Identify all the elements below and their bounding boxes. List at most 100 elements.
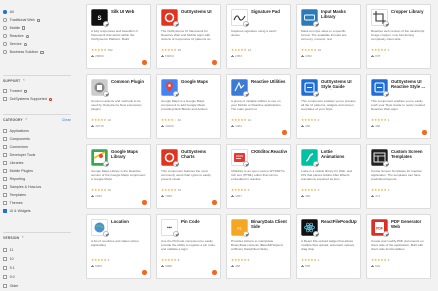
verified-check-icon	[383, 91, 389, 97]
card-title[interactable]: BinaryData Client Side	[251, 219, 287, 229]
radio[interactable]	[3, 34, 7, 38]
component-card[interactable]: OutSystems UI Style Guide Preview This co…	[296, 74, 361, 139]
checkbox[interactable]	[3, 193, 7, 197]
checkbox[interactable]	[3, 185, 7, 189]
component-card[interactable]: OutSystems UI Reactive Style ... This com…	[366, 74, 431, 139]
checkbox[interactable]	[3, 153, 7, 157]
component-card[interactable]: OutSystems UI The OutSystems UI framework…	[156, 4, 221, 69]
version-filter-older[interactable]: Older	[3, 283, 18, 289]
card-title[interactable]: Google Maps	[181, 79, 217, 84]
card-description: Use the PinCode component to easily prov…	[161, 239, 216, 251]
category-filter-templates[interactable]: Templates	[3, 192, 26, 198]
clear-category-link[interactable]: Clear	[62, 118, 71, 122]
platform-filter-reactive[interactable]: Reactive	[3, 33, 30, 39]
checkbox[interactable]	[3, 161, 7, 165]
component-card[interactable]: Input Masks Library Mask an input value t…	[296, 4, 361, 69]
radio[interactable]	[3, 50, 7, 54]
verified-check-icon	[103, 231, 109, 237]
version-filter-11[interactable]: 11	[3, 247, 13, 253]
platform-filter-all[interactable]: All	[3, 9, 14, 15]
version-filter-9-1[interactable]: 9.1	[3, 265, 15, 271]
platform-filter-business-solution[interactable]: Business Solution	[3, 49, 44, 55]
card-title[interactable]: Location	[111, 219, 147, 224]
card-title[interactable]: OutSystems UI Style Guide Preview	[321, 79, 357, 89]
component-card[interactable]: 01 BinaryData Client Side Provides Actions…	[226, 214, 291, 279]
verified-check-icon	[313, 231, 319, 237]
platform-filter-service[interactable]: Service	[3, 41, 28, 47]
category-filter-connectors[interactable]: Connectors	[3, 144, 28, 150]
card-title[interactable]: Input Masks Library	[321, 9, 357, 19]
download-value: 466	[375, 124, 381, 128]
version-heading[interactable]: VERSION ⌃	[3, 235, 71, 241]
checkbox[interactable]	[3, 257, 7, 261]
checkbox[interactable]	[3, 137, 7, 141]
radio-selected[interactable]	[3, 10, 7, 14]
component-card[interactable]: OutSystems Charts This component features…	[156, 144, 221, 209]
checkbox[interactable]	[3, 266, 7, 270]
card-title[interactable]: Cropper Library	[391, 9, 427, 14]
card-title[interactable]: Signature Pad	[251, 9, 287, 14]
category-heading[interactable]: CATEGORY ⌃ Clear	[3, 117, 71, 123]
category-filter-applications[interactable]: Applications	[3, 128, 29, 134]
checkbox[interactable]	[3, 177, 7, 181]
category-filter-libraries[interactable]: Libraries	[3, 160, 23, 166]
checkbox[interactable]	[3, 284, 7, 288]
component-card[interactable]: S Silk UI Web A fully responsive and beaut…	[86, 4, 151, 69]
card-title[interactable]: PDF Generator Web	[391, 219, 427, 229]
card-title[interactable]: OutSystems UI	[181, 9, 217, 14]
checkbox[interactable]	[3, 169, 7, 173]
version-filter-10[interactable]: 10	[3, 256, 14, 262]
card-title[interactable]: Common Plugin	[111, 79, 147, 84]
card-title[interactable]: Silk UI Web	[111, 9, 147, 14]
radio[interactable]	[3, 26, 7, 30]
component-card[interactable]: *** Pin Code Use the PinCode component to …	[156, 214, 221, 279]
download-count: 466	[301, 194, 310, 198]
card-title[interactable]: Custom Screen Templates Reactive	[391, 149, 427, 159]
radio[interactable]	[3, 18, 7, 22]
card-title[interactable]: Reactive Utilities	[251, 79, 287, 84]
version-filter-9-0[interactable]: 9.0	[3, 274, 15, 280]
radio[interactable]	[3, 42, 7, 46]
download-icon	[301, 54, 304, 58]
component-card[interactable]: Google Maps Library Google Maps Library i…	[86, 144, 151, 209]
card-title[interactable]: Lottie Animations	[321, 149, 357, 159]
category-filter-developer-tools[interactable]: Developer Tools	[3, 152, 35, 158]
category-filter-reporting[interactable]: Reporting	[3, 176, 25, 182]
card-title[interactable]: ReactFilePondUpload	[321, 219, 357, 224]
checkbox[interactable]	[3, 145, 7, 149]
category-filter-samples[interactable]: Samples & How-tos	[3, 184, 41, 190]
checkbox-checked[interactable]	[3, 209, 7, 213]
card-title[interactable]: OutSystems Charts	[181, 149, 217, 159]
checkbox[interactable]	[3, 129, 7, 133]
category-filter-ui-widgets[interactable]: UI & Widgets	[3, 208, 31, 214]
support-heading[interactable]: SUPPORT ⌃	[3, 78, 71, 84]
checkbox[interactable]	[3, 248, 7, 252]
category-filter-mobile-plugins[interactable]: Mobile Plugins	[3, 168, 33, 174]
card-title[interactable]: Pin Code	[181, 219, 217, 224]
component-card[interactable]: Signature Pad Captures signature using a …	[226, 4, 291, 69]
support-filter-outsystems-supported[interactable]: OutSystems Supported	[3, 96, 53, 102]
component-card[interactable]: ReactFilePondUpload A React File upload w…	[296, 214, 361, 279]
component-card[interactable]: Common Plugin Common actions and methods …	[86, 74, 151, 139]
card-title[interactable]: Google Maps Library	[111, 149, 147, 159]
component-card[interactable]: PDF PDF Generator Web Create and modify PD…	[366, 214, 431, 279]
checkbox[interactable]	[3, 97, 7, 101]
component-card[interactable]: Cropper Library Reactive web version of t…	[366, 4, 431, 69]
platform-filter-traditional-web[interactable]: Traditional Web	[3, 17, 41, 23]
svg-text:PDF: PDF	[376, 227, 383, 231]
checkbox[interactable]	[3, 89, 7, 93]
checkbox[interactable]	[3, 201, 7, 205]
category-filter-components[interactable]: Components	[3, 136, 30, 142]
card-title[interactable]: OutSystems UI Reactive Style ...	[391, 79, 427, 89]
component-card[interactable]: Reactive Utilities A group of multiple ut…	[226, 74, 291, 139]
card-title[interactable]: CKEditor.Reactive	[251, 149, 287, 154]
component-card[interactable]: Custom Screen Templates Reactive Create S…	[366, 144, 431, 209]
component-card[interactable]: Google Maps Google Maps is a Google Maps …	[156, 74, 221, 139]
checkbox[interactable]	[3, 275, 7, 279]
platform-filter-mobile[interactable]: Mobile	[3, 25, 25, 31]
support-filter-trusted[interactable]: Trusted	[3, 88, 28, 94]
component-card[interactable]: Lottie Animations Lottie is a mobile libr…	[296, 144, 361, 209]
component-card[interactable]: Location A list of countries and states (…	[86, 214, 151, 279]
category-filter-themes[interactable]: Themes	[3, 200, 23, 206]
component-card[interactable]: CKEditor.Reactive CKEditor is an open sou…	[226, 144, 291, 209]
